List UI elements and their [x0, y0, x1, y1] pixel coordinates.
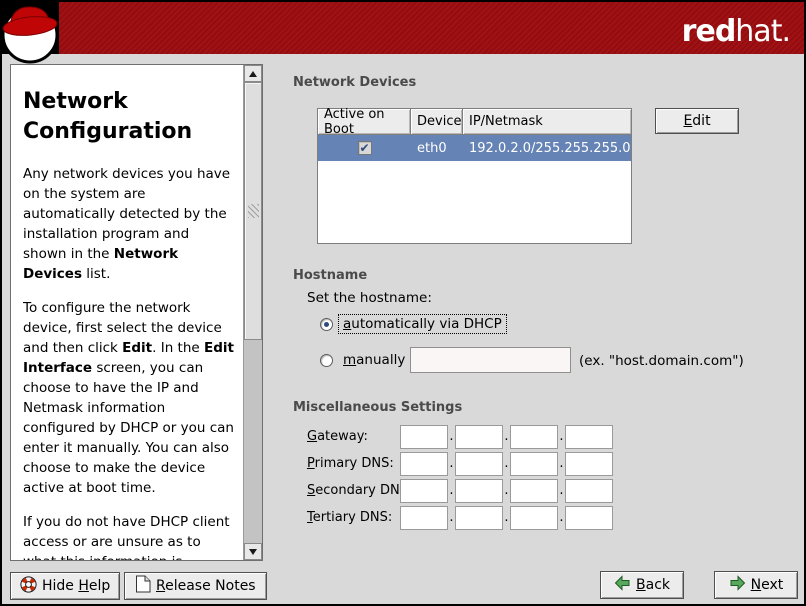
- manual-radio-label[interactable]: manually: [339, 351, 409, 369]
- column-header-device[interactable]: Device: [411, 109, 463, 135]
- octet-dot: .: [558, 429, 565, 444]
- radio-auto-dhcp[interactable]: [320, 318, 333, 331]
- auto-dhcp-radio-row[interactable]: automatically via DHCP: [320, 315, 506, 333]
- tertiary-dns-octet-4[interactable]: [565, 506, 613, 530]
- life-preserver-icon: [20, 576, 37, 597]
- release-notes-button[interactable]: Release Notes: [124, 572, 267, 600]
- help-paragraph: To configure the network device, first s…: [23, 298, 235, 498]
- hide-help-button[interactable]: Hide Help: [10, 572, 120, 600]
- octet-dot: .: [503, 483, 510, 498]
- gateway-octet-4[interactable]: [565, 425, 613, 449]
- octet-dot: .: [503, 510, 510, 525]
- edit-button[interactable]: Edit: [655, 108, 739, 134]
- octet-dot: .: [503, 429, 510, 444]
- gateway-octet-3[interactable]: [510, 425, 558, 449]
- secondary-dns-octet-2[interactable]: [455, 479, 503, 503]
- top-banner: redhat.: [2, 2, 804, 54]
- secondary-dns-label: Secondary DNS:: [307, 483, 400, 498]
- misc-settings-grid: Gateway: ... Primary DNS: ... Secondary …: [307, 423, 613, 531]
- octet-dot: .: [448, 429, 455, 444]
- wordmark-red: red: [682, 14, 736, 49]
- octet-dot: .: [558, 510, 565, 525]
- primary-dns-octet-3[interactable]: [510, 452, 558, 476]
- network-devices-section-label: Network Devices: [293, 75, 416, 90]
- gateway-octet-1[interactable]: [400, 425, 448, 449]
- redhat-shadowman-logo-icon: [2, 2, 66, 68]
- primary-dns-octet-1[interactable]: [400, 452, 448, 476]
- primary-dns-octet-4[interactable]: [565, 452, 613, 476]
- table-row-eth0[interactable]: ✔ eth0 192.0.2.0/255.255.255.0: [318, 135, 631, 161]
- octet-dot: .: [558, 483, 565, 498]
- octet-dot: .: [558, 456, 565, 471]
- down-arrow-icon: [249, 549, 257, 555]
- tertiary-dns-octet-2[interactable]: [455, 506, 503, 530]
- secondary-dns-octet-4[interactable]: [565, 479, 613, 503]
- wordmark-hat: hat.: [735, 14, 790, 49]
- gateway-row: Gateway: ...: [307, 423, 613, 450]
- tertiary-dns-label: Tertiary DNS:: [307, 510, 400, 525]
- device-cell: eth0: [411, 141, 463, 156]
- next-button[interactable]: Next: [714, 571, 798, 599]
- network-devices-table: Active on Boot Device IP/Netmask ✔ eth0 …: [317, 108, 632, 244]
- up-arrow-icon: [249, 71, 257, 77]
- octet-dot: .: [448, 510, 455, 525]
- help-paragraph: Any network devices you have on the syst…: [23, 164, 235, 284]
- tertiary-dns-octet-3[interactable]: [510, 506, 558, 530]
- radio-manual[interactable]: [320, 354, 333, 367]
- misc-settings-section-label: Miscellaneous Settings: [293, 400, 462, 415]
- help-scrollbar[interactable]: [243, 65, 262, 560]
- secondary-dns-octet-1[interactable]: [400, 479, 448, 503]
- help-title: Network Configuration: [23, 87, 235, 146]
- ip-netmask-cell: 192.0.2.0/255.255.255.0: [463, 141, 631, 156]
- column-header-active-on-boot[interactable]: Active on Boot: [318, 109, 411, 135]
- primary-dns-label: Primary DNS:: [307, 456, 400, 471]
- active-on-boot-checkbox[interactable]: ✔: [358, 141, 372, 155]
- octet-dot: .: [503, 456, 510, 471]
- redhat-wordmark: redhat.: [682, 14, 790, 49]
- document-icon: [135, 575, 151, 597]
- secondary-dns-row: Secondary DNS: ...: [307, 477, 613, 504]
- help-paragraph: If you do not have DHCP client access or…: [23, 512, 235, 560]
- gateway-octet-2[interactable]: [455, 425, 503, 449]
- help-content: Network Configuration Any network device…: [11, 65, 243, 560]
- auto-dhcp-radio-label[interactable]: automatically via DHCP: [339, 315, 506, 333]
- scroll-down-button[interactable]: [244, 543, 262, 560]
- hostname-section-label: Hostname: [293, 268, 367, 283]
- scrollbar-thumb[interactable]: [244, 82, 262, 340]
- manual-hostname-input[interactable]: [410, 347, 571, 373]
- help-panel: Network Configuration Any network device…: [10, 64, 263, 561]
- octet-dot: .: [448, 456, 455, 471]
- help-paragraphs: Any network devices you have on the syst…: [23, 164, 235, 560]
- manual-radio-row[interactable]: manually: [320, 351, 409, 369]
- tertiary-dns-row: Tertiary DNS: ...: [307, 504, 613, 531]
- set-hostname-prompt: Set the hostname:: [307, 290, 432, 306]
- next-arrow-icon: [729, 575, 746, 595]
- scroll-up-button[interactable]: [244, 65, 262, 82]
- column-header-ip-netmask[interactable]: IP/Netmask: [463, 109, 631, 135]
- back-button[interactable]: Back: [600, 571, 684, 599]
- octet-dot: .: [448, 483, 455, 498]
- hostname-example-hint: (ex. "host.domain.com"): [579, 353, 744, 369]
- back-arrow-icon: [614, 575, 631, 595]
- installer-window: redhat. Network Configuration Any networ…: [0, 0, 806, 606]
- tertiary-dns-octet-1[interactable]: [400, 506, 448, 530]
- primary-dns-row: Primary DNS: ...: [307, 450, 613, 477]
- table-header-row: Active on Boot Device IP/Netmask: [318, 109, 631, 135]
- gateway-label: Gateway:: [307, 429, 400, 444]
- primary-dns-octet-2[interactable]: [455, 452, 503, 476]
- secondary-dns-octet-3[interactable]: [510, 479, 558, 503]
